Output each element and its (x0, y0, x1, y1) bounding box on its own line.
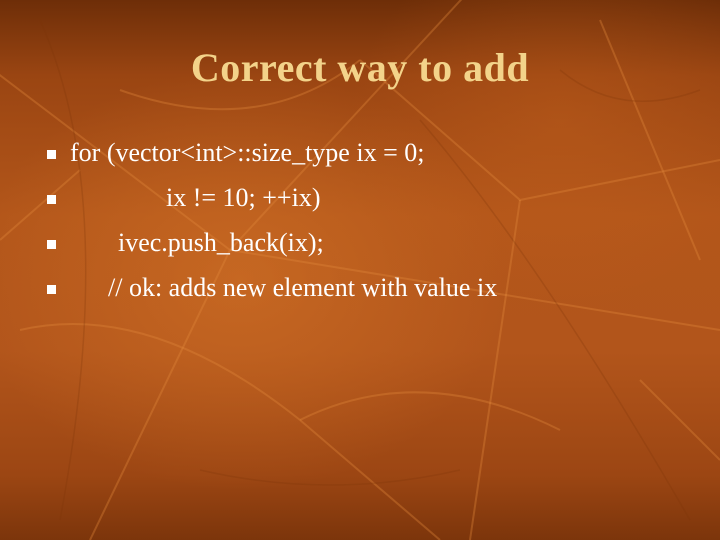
bullet-text: ix != 10; ++ix) (166, 183, 321, 212)
bullet-item: ivec.push_back(ix); (0, 226, 720, 271)
bullet-item: ix != 10; ++ix) (0, 181, 720, 226)
bullet-item: for (vector<int>::size_type ix = 0; (0, 136, 720, 181)
bullet-text: // ok: adds new element with value ix (108, 273, 498, 302)
bullet-text: ivec.push_back(ix); (118, 228, 324, 257)
square-bullet-icon (47, 150, 56, 159)
slide: Correct way to add for (vector<int>::siz… (0, 0, 720, 540)
slide-title: Correct way to add (190, 45, 530, 90)
bullet-text: for (vector<int>::size_type ix = 0; (70, 138, 425, 167)
square-bullet-icon (47, 195, 56, 204)
bullet-list: for (vector<int>::size_type ix = 0; ix !… (0, 136, 720, 316)
square-bullet-icon (47, 285, 56, 294)
bullet-item: // ok: adds new element with value ix (0, 271, 720, 316)
square-bullet-icon (47, 240, 56, 249)
